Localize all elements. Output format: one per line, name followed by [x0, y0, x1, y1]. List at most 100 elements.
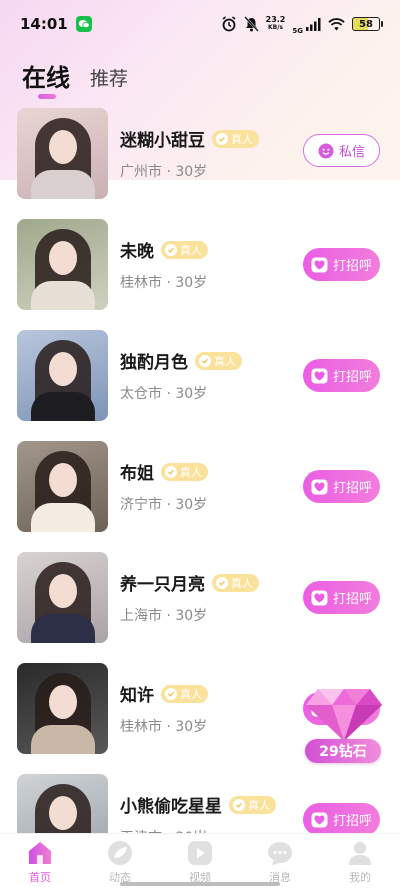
user-info: 布姐 真人 济宁市 · 30岁	[120, 459, 208, 514]
greet-button[interactable]: 打招呼	[303, 803, 380, 836]
user-row[interactable]: 养一只月亮 真人上海市 · 30岁 打招呼	[0, 542, 400, 653]
user-info: 养一只月亮 真人上海市 · 30岁	[120, 570, 259, 625]
separator-dot: ·	[162, 719, 176, 735]
wechat-notification-icon	[75, 16, 92, 32]
user-age: 30岁	[175, 497, 208, 513]
avatar-body	[31, 170, 95, 199]
user-city: 桂林市	[120, 719, 162, 735]
private-message-button[interactable]: 私信	[303, 134, 380, 167]
separator-dot: ·	[162, 497, 176, 513]
user-location-age: 桂林市 · 30岁	[120, 716, 208, 736]
battery-indicator: 58	[352, 17, 383, 31]
verified-badge: 真人	[161, 240, 208, 259]
user-avatar[interactable]	[17, 330, 108, 421]
user-row[interactable]: 独酌月色 真人 太仓市 · 30岁 打招呼	[0, 320, 400, 431]
diamond-promo-label: 29钻石	[305, 739, 381, 763]
verified-badge: 真人	[212, 129, 259, 148]
alarm-icon	[222, 16, 236, 32]
user-avatar[interactable]	[17, 441, 108, 532]
diamond-promo[interactable]: 29钻石	[304, 683, 384, 765]
user-row[interactable]: 布姐 真人 济宁市 · 30岁 打招呼	[0, 431, 400, 542]
user-city: 上海市	[120, 608, 162, 624]
verified-icon	[216, 576, 228, 589]
user-info: 未晚 真人桂林市 · 30岁	[120, 237, 208, 292]
avatar-body	[31, 281, 95, 310]
user-name: 小熊偷吃星星	[120, 797, 222, 817]
name-line: 知许 真人	[120, 681, 208, 706]
active-tab-indicator	[38, 94, 56, 99]
nav-home[interactable]: 首页	[10, 840, 70, 885]
separator-dot: ·	[162, 608, 176, 624]
heart-icon	[311, 479, 328, 494]
user-age: 30岁	[175, 719, 208, 735]
verified-badge-label: 真人	[231, 132, 253, 146]
user-row[interactable]: 未晚 真人桂林市 · 30岁 打招呼	[0, 209, 400, 320]
verified-badge-label: 真人	[231, 576, 253, 590]
message-icon	[268, 842, 292, 865]
verified-icon	[199, 354, 211, 367]
user-age: 30岁	[175, 386, 208, 402]
user-city: 太仓市	[120, 386, 162, 402]
nav-moments[interactable]: 动态	[90, 840, 150, 885]
signal-icon	[306, 17, 321, 31]
nav-messages[interactable]: 消息	[250, 840, 310, 885]
tab-online[interactable]: 在线	[22, 58, 70, 99]
user-location-age: 桂林市 · 30岁	[120, 272, 208, 292]
avatar-body	[31, 725, 95, 754]
greet-button[interactable]: 打招呼	[303, 248, 380, 281]
user-name: 未晚	[120, 242, 154, 262]
status-time: 14:01	[20, 15, 68, 33]
home-indicator	[120, 882, 280, 886]
avatar-face	[49, 574, 77, 608]
avatar-face	[49, 685, 77, 719]
verified-badge-label: 真人	[248, 798, 270, 812]
avatar-body	[31, 503, 95, 532]
bottom-navigation: 首页 动态 视频 消息 我的	[0, 833, 400, 889]
name-line: 养一只月亮 真人	[120, 570, 259, 595]
verified-icon	[165, 465, 177, 478]
greet-button[interactable]: 打招呼	[303, 581, 380, 614]
user-row[interactable]: 迷糊小甜豆 真人 广州市 · 30岁 私信	[0, 98, 400, 209]
verified-badge-label: 真人	[180, 687, 202, 701]
separator-dot: ·	[162, 275, 176, 291]
user-city: 桂林市	[120, 275, 162, 291]
verified-icon	[165, 243, 177, 256]
avatar-face	[49, 796, 77, 830]
user-age: 30岁	[175, 275, 208, 291]
diamond-icon	[306, 689, 382, 741]
user-name: 独酌月色	[120, 353, 188, 373]
user-city: 济宁市	[120, 497, 162, 513]
verified-icon	[216, 132, 228, 145]
network-speed: 23.2 KB/s	[265, 15, 286, 32]
heart-icon	[311, 812, 328, 827]
user-avatar[interactable]	[17, 108, 108, 199]
nav-video[interactable]: 视频	[170, 840, 230, 885]
avatar-body	[31, 614, 95, 643]
user-info: 迷糊小甜豆 真人 广州市 · 30岁	[120, 126, 259, 181]
action-label: 私信	[338, 145, 365, 160]
moments-icon	[108, 841, 132, 865]
action-label: 打招呼	[332, 259, 372, 274]
verified-badge: 真人	[195, 351, 242, 370]
home-icon	[29, 842, 51, 864]
verified-icon	[165, 687, 177, 700]
action-label: 打招呼	[332, 481, 372, 496]
avatar-face	[49, 463, 77, 497]
user-name: 布姐	[120, 464, 154, 484]
avatar-face	[49, 352, 77, 386]
user-name: 迷糊小甜豆	[120, 131, 205, 151]
greet-button[interactable]: 打招呼	[303, 359, 380, 392]
verified-badge-label: 真人	[214, 354, 236, 368]
verified-badge-label: 真人	[180, 243, 202, 257]
name-line: 未晚 真人	[120, 237, 208, 262]
user-info: 知许 真人桂林市 · 30岁	[120, 681, 208, 736]
greet-button[interactable]: 打招呼	[303, 470, 380, 503]
user-age: 30岁	[175, 608, 208, 624]
network-type: 5G	[292, 26, 303, 35]
user-avatar[interactable]	[17, 663, 108, 754]
tab-recommend[interactable]: 推荐	[90, 64, 128, 93]
nav-profile[interactable]: 我的	[330, 840, 390, 885]
user-avatar[interactable]	[17, 552, 108, 643]
user-avatar[interactable]	[17, 219, 108, 310]
status-indicators: 23.2 KB/s 5G 58	[221, 14, 383, 35]
